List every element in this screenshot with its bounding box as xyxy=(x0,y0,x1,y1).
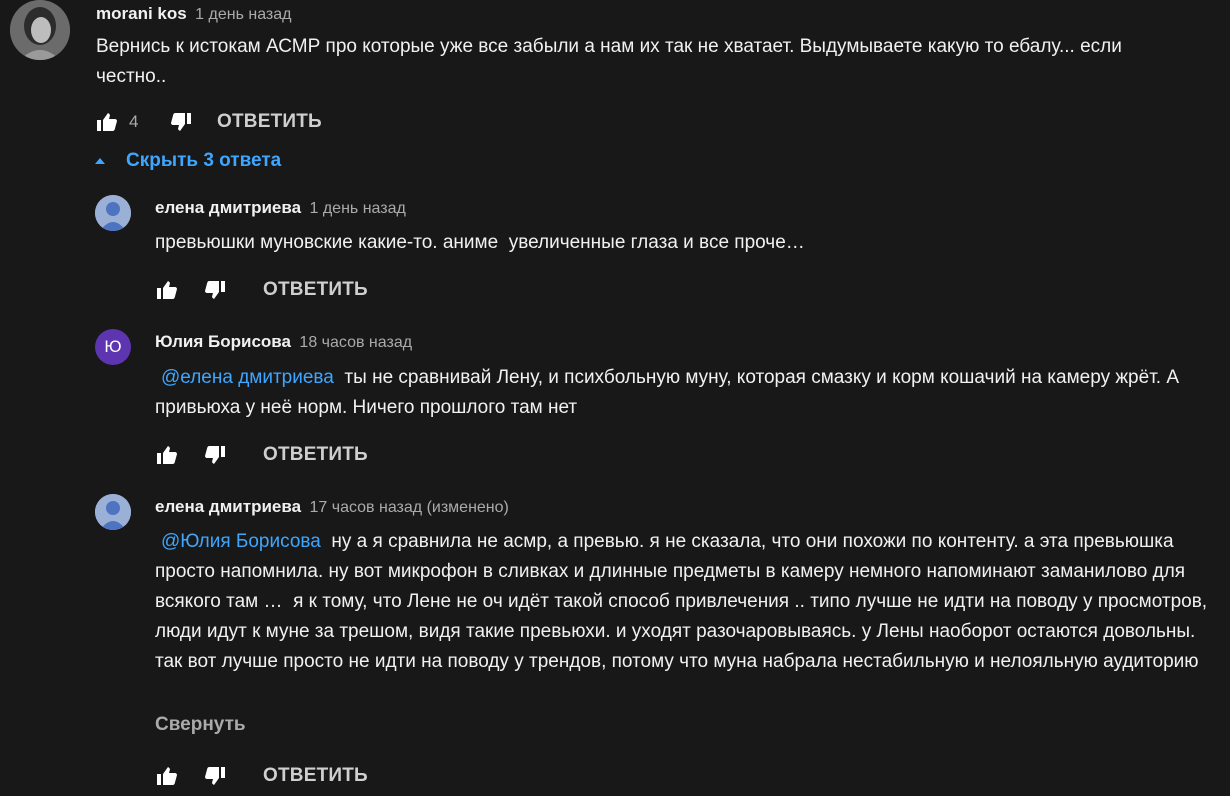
mention-link[interactable]: @Юлия Борисова xyxy=(155,531,321,552)
like-icon[interactable] xyxy=(155,278,179,302)
avatar[interactable] xyxy=(95,494,131,530)
hide-replies-button[interactable]: Скрыть 3 ответа xyxy=(94,150,281,172)
reply-time[interactable]: 17 часов назад (изменено) xyxy=(310,499,509,516)
reply-author[interactable]: Юлия Борисова xyxy=(155,332,291,351)
reply-author[interactable]: елена дмитриева xyxy=(155,497,301,516)
reply-text: @елена дмитриева ты не сравнивай Лену, и… xyxy=(155,363,1195,423)
reply-time[interactable]: 1 день назад xyxy=(310,200,406,217)
reply-header: Юлия Борисова 18 часов назад xyxy=(155,332,412,352)
reply-button[interactable]: ОТВЕТИТЬ xyxy=(217,111,322,133)
reply-text: @Юлия Борисова ну а я сравнила не асмр, … xyxy=(155,527,1215,677)
dislike-icon[interactable] xyxy=(203,764,227,788)
like-count: 4 xyxy=(129,112,139,131)
reply-button[interactable]: ОТВЕТИТЬ xyxy=(263,765,368,787)
reply-header: елена дмитриева 17 часов назад (изменено… xyxy=(155,497,509,517)
reply-time[interactable]: 18 часов назад xyxy=(299,334,412,351)
comment-text: Вернись к истокам АСМР про которые уже в… xyxy=(96,36,1128,87)
like-icon[interactable] xyxy=(155,443,179,467)
hide-replies-label: Скрыть 3 ответа xyxy=(126,150,282,171)
reply-text: превьюшки муновские какие-то. аниме увел… xyxy=(155,232,805,253)
reply-button[interactable]: ОТВЕТИТЬ xyxy=(263,444,368,466)
comment-header: morani kos 1 день назад xyxy=(96,4,291,24)
reply-button[interactable]: ОТВЕТИТЬ xyxy=(263,279,368,301)
avatar-letter: Ю xyxy=(104,337,122,356)
user-photo-icon xyxy=(10,0,70,60)
reply-actions: ОТВЕТИТЬ xyxy=(155,275,368,305)
comments-section: morani kos 1 день назад Вернись к истока… xyxy=(0,0,1230,796)
avatar[interactable] xyxy=(10,0,70,60)
dislike-icon[interactable] xyxy=(203,443,227,467)
dislike-icon[interactable] xyxy=(203,278,227,302)
reply-body: ну а я сравнила не асмр, а превью. я не … xyxy=(155,531,1213,672)
like-icon[interactable] xyxy=(95,110,119,134)
like-icon[interactable] xyxy=(155,764,179,788)
avatar[interactable]: Ю xyxy=(95,329,131,365)
mention-link[interactable]: @елена дмитриева xyxy=(155,367,334,388)
reply-actions: ОТВЕТИТЬ xyxy=(155,440,368,470)
comment-actions: 4 ОТВЕТИТЬ xyxy=(95,107,322,137)
default-avatar-icon xyxy=(95,494,131,530)
dislike-icon[interactable] xyxy=(169,110,193,134)
avatar[interactable] xyxy=(95,195,131,231)
reply-header: елена дмитриева 1 день назад xyxy=(155,198,406,218)
comment-time[interactable]: 1 день назад xyxy=(195,6,291,23)
default-avatar-icon xyxy=(95,195,131,231)
reply-author[interactable]: елена дмитриева xyxy=(155,198,301,217)
caret-up-icon xyxy=(95,158,105,164)
comment-author[interactable]: morani kos xyxy=(96,4,187,23)
reply-actions: ОТВЕТИТЬ xyxy=(155,761,368,791)
collapse-button[interactable]: Свернуть xyxy=(155,714,246,736)
